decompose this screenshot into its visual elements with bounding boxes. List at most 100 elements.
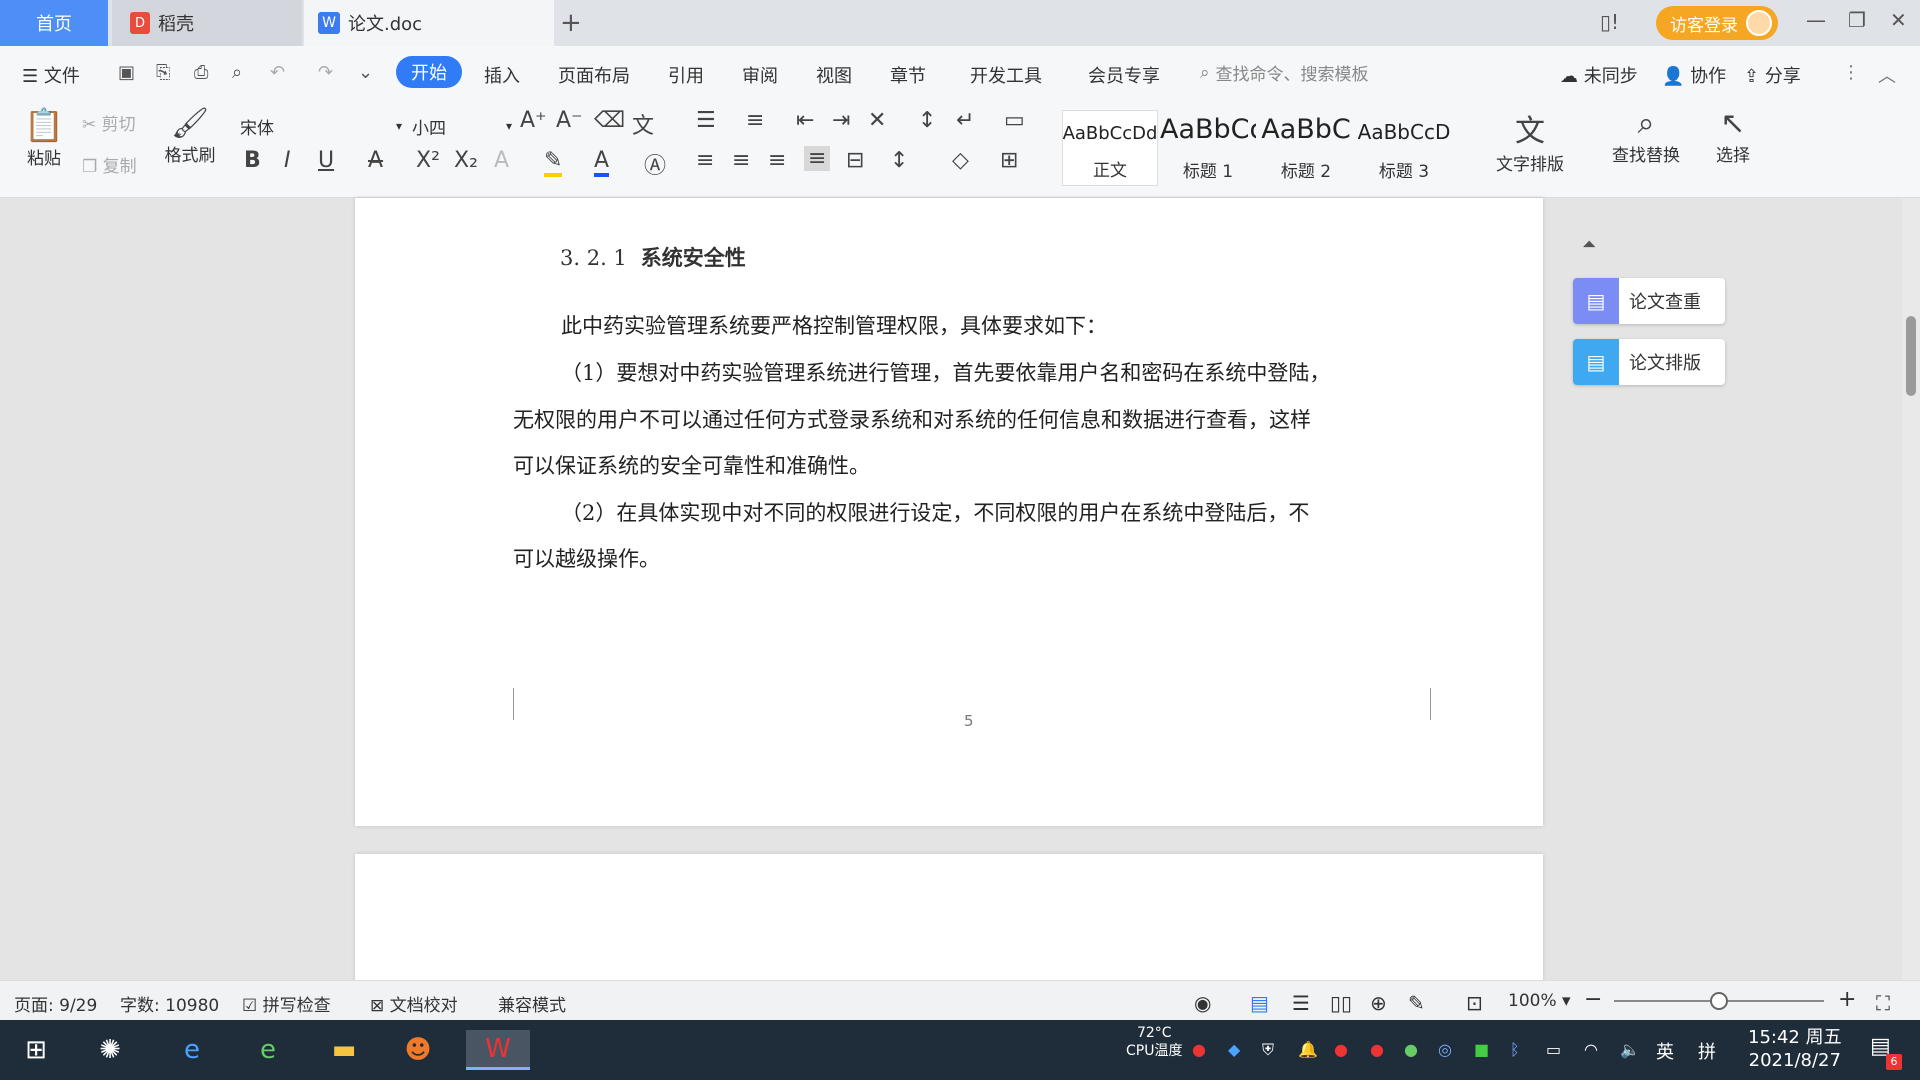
menu-insert[interactable]: 插入 — [484, 62, 520, 88]
font-family-select[interactable]: 宋体 ▾ — [240, 112, 406, 140]
nvidia-icon[interactable]: ■ — [1474, 1040, 1489, 1059]
game-app-icon[interactable]: ☻ — [394, 1030, 442, 1070]
page-indicator[interactable]: 页面: 9/29 — [14, 991, 97, 1016]
strikethrough-icon[interactable]: A — [368, 148, 383, 173]
sort-icon[interactable]: ↕ — [918, 108, 936, 133]
web-view-icon[interactable]: ⊕ — [1370, 991, 1387, 1015]
zoom-slider-knob[interactable] — [1710, 992, 1728, 1010]
select-button[interactable]: ↖ 选择 — [1716, 106, 1750, 166]
fan-app-icon[interactable]: ✺ — [86, 1030, 134, 1070]
tray-app-icon[interactable]: ● — [1404, 1040, 1418, 1059]
minimize-icon[interactable]: — — [1806, 8, 1826, 32]
collapse-panel-icon[interactable]: ⏶ — [1582, 234, 1596, 255]
tab-document[interactable]: W 论文.doc — [304, 0, 554, 46]
read-view-icon[interactable]: ▯▯ — [1330, 991, 1352, 1015]
find-replace-button[interactable]: ⌕ 查找替换 — [1612, 106, 1680, 166]
style-heading2[interactable]: AaBbC 标题 2 — [1258, 110, 1354, 186]
guest-login-button[interactable]: 访客登录 — [1656, 6, 1778, 40]
tray-app-icon[interactable]: ◆ — [1228, 1040, 1240, 1059]
align-left-icon[interactable]: ≡ — [696, 148, 714, 173]
cut-button[interactable]: ✂ 剪切 — [82, 110, 136, 135]
tray-app-icon[interactable]: ● — [1192, 1040, 1206, 1059]
scroll-thumb[interactable] — [1906, 316, 1916, 396]
tray-app-icon[interactable]: ◎ — [1438, 1040, 1452, 1059]
paper-check-button[interactable]: ▤ 论文查重 — [1573, 278, 1725, 324]
increase-indent-icon[interactable]: ⇥ — [832, 108, 850, 133]
battery-icon[interactable]: ▭ — [1546, 1040, 1561, 1059]
menu-review[interactable]: 审阅 — [742, 62, 778, 88]
save-icon[interactable]: ▣ — [118, 62, 135, 83]
preview-icon[interactable]: ⌕ — [232, 62, 242, 83]
menu-start[interactable]: 开始 — [396, 56, 462, 88]
vertical-scrollbar[interactable] — [1902, 198, 1920, 980]
undo-icon[interactable]: ↶ — [270, 62, 285, 83]
fullscreen-icon[interactable]: ⛶ — [1876, 991, 1890, 1015]
tab-docer[interactable]: D 稻壳 — [112, 0, 302, 46]
zoom-slider[interactable] — [1614, 992, 1824, 1010]
outline-view-icon[interactable]: ☰ — [1292, 991, 1310, 1015]
redo-icon[interactable]: ↷ — [318, 62, 333, 83]
eye-protection-icon[interactable]: ◉ — [1194, 991, 1211, 1015]
input-language[interactable]: 英 — [1656, 1038, 1674, 1064]
format-painter-button[interactable]: 🖌 格式刷 — [160, 106, 220, 166]
decrease-indent-icon[interactable]: ⇤ — [796, 108, 814, 133]
more-chevron-icon[interactable]: ⌄ — [358, 62, 373, 83]
system-clock[interactable]: 15:42 周五 2021/8/27 — [1748, 1026, 1842, 1072]
table-tab-icon[interactable]: ▭ — [1004, 108, 1025, 133]
share-button[interactable]: ⇪ 分享 — [1744, 62, 1801, 88]
zoom-in-icon[interactable]: + — [1838, 987, 1856, 1012]
shading-icon[interactable]: ◇ — [952, 148, 969, 173]
text-layout-button[interactable]: 文 文字排版 — [1496, 106, 1564, 175]
menu-references[interactable]: 引用 — [668, 62, 704, 88]
doc-proof-button[interactable]: ⊠ 文档校对 — [370, 991, 458, 1016]
paste-button[interactable]: 📋 粘贴 — [18, 106, 70, 169]
highlight-icon[interactable]: ✎ — [544, 148, 563, 177]
style-normal[interactable]: AaBbCcDd 正文 — [1062, 110, 1158, 186]
file-menu[interactable]: ☰ 文件 — [22, 62, 80, 88]
font-color-icon[interactable]: A — [594, 148, 610, 177]
clear-format-icon[interactable]: ⌫ — [594, 108, 625, 133]
print-preview-icon[interactable]: ⎘ — [156, 62, 170, 83]
underline-icon[interactable]: U — [318, 148, 334, 173]
ie-browser-icon[interactable]: e — [168, 1030, 216, 1070]
bell-icon[interactable]: 🔔 — [1298, 1040, 1318, 1059]
line-spacing-icon[interactable]: ↕ — [890, 148, 908, 173]
close-icon[interactable]: ✕ — [1890, 8, 1907, 32]
tray-app-icon[interactable]: ● — [1334, 1040, 1348, 1059]
align-center-icon[interactable]: ≡ — [732, 148, 750, 173]
chinese-layout-icon[interactable]: ✕ — [868, 108, 886, 133]
page-view-icon[interactable]: ▤ — [1250, 991, 1269, 1015]
restore-icon[interactable]: ❐ — [1848, 8, 1866, 32]
text-effect-icon[interactable]: A — [494, 148, 509, 173]
style-heading3[interactable]: AaBbCcD 标题 3 — [1356, 110, 1452, 186]
menu-chapter[interactable]: 章节 — [890, 62, 926, 88]
bullet-list-icon[interactable]: ☰ — [696, 108, 716, 133]
tray-app-icon[interactable]: ● — [1370, 1040, 1384, 1059]
distributed-icon[interactable]: ⊟ — [846, 148, 864, 173]
shrink-font-icon[interactable]: A⁻ — [556, 108, 583, 133]
menu-view[interactable]: 视图 — [816, 62, 852, 88]
justify-icon[interactable]: ≡ — [804, 146, 831, 171]
360-browser-icon[interactable]: e — [244, 1030, 292, 1070]
bluetooth-icon[interactable]: ᛒ — [1510, 1040, 1520, 1059]
zoom-out-icon[interactable]: − — [1584, 987, 1602, 1012]
show-marks-icon[interactable]: ↵ — [956, 108, 974, 133]
spell-check-button[interactable]: ☑ 拼写检查 — [242, 991, 331, 1016]
word-count[interactable]: 字数: 10980 — [120, 991, 219, 1016]
collapse-ribbon-icon[interactable]: ︿ — [1878, 62, 1896, 88]
menu-membership[interactable]: 会员专享 — [1088, 62, 1160, 88]
command-search[interactable]: ⌕ 查找命令、搜索模板 — [1200, 60, 1369, 86]
windows-start-icon[interactable]: ⊞ — [12, 1030, 60, 1070]
fit-page-icon[interactable]: ⊡ — [1466, 991, 1483, 1015]
tab-home[interactable]: 首页 — [0, 0, 108, 46]
input-method-icon[interactable]: 拼 — [1698, 1038, 1716, 1064]
zoom-select[interactable]: 100% ▾ — [1508, 991, 1571, 1011]
wps-writer-icon[interactable]: W — [466, 1030, 530, 1070]
align-right-icon[interactable]: ≡ — [768, 148, 786, 173]
shield-icon[interactable]: ⛨ — [1262, 1040, 1274, 1060]
cpu-temperature[interactable]: 72°C CPU温度 — [1126, 1024, 1182, 1060]
font-size-select[interactable]: 小四 ▾ — [412, 112, 512, 140]
new-tab-button[interactable]: + — [560, 8, 582, 38]
print-icon[interactable]: ⎙ — [194, 62, 208, 83]
subscript-icon[interactable]: X₂ — [454, 148, 478, 173]
